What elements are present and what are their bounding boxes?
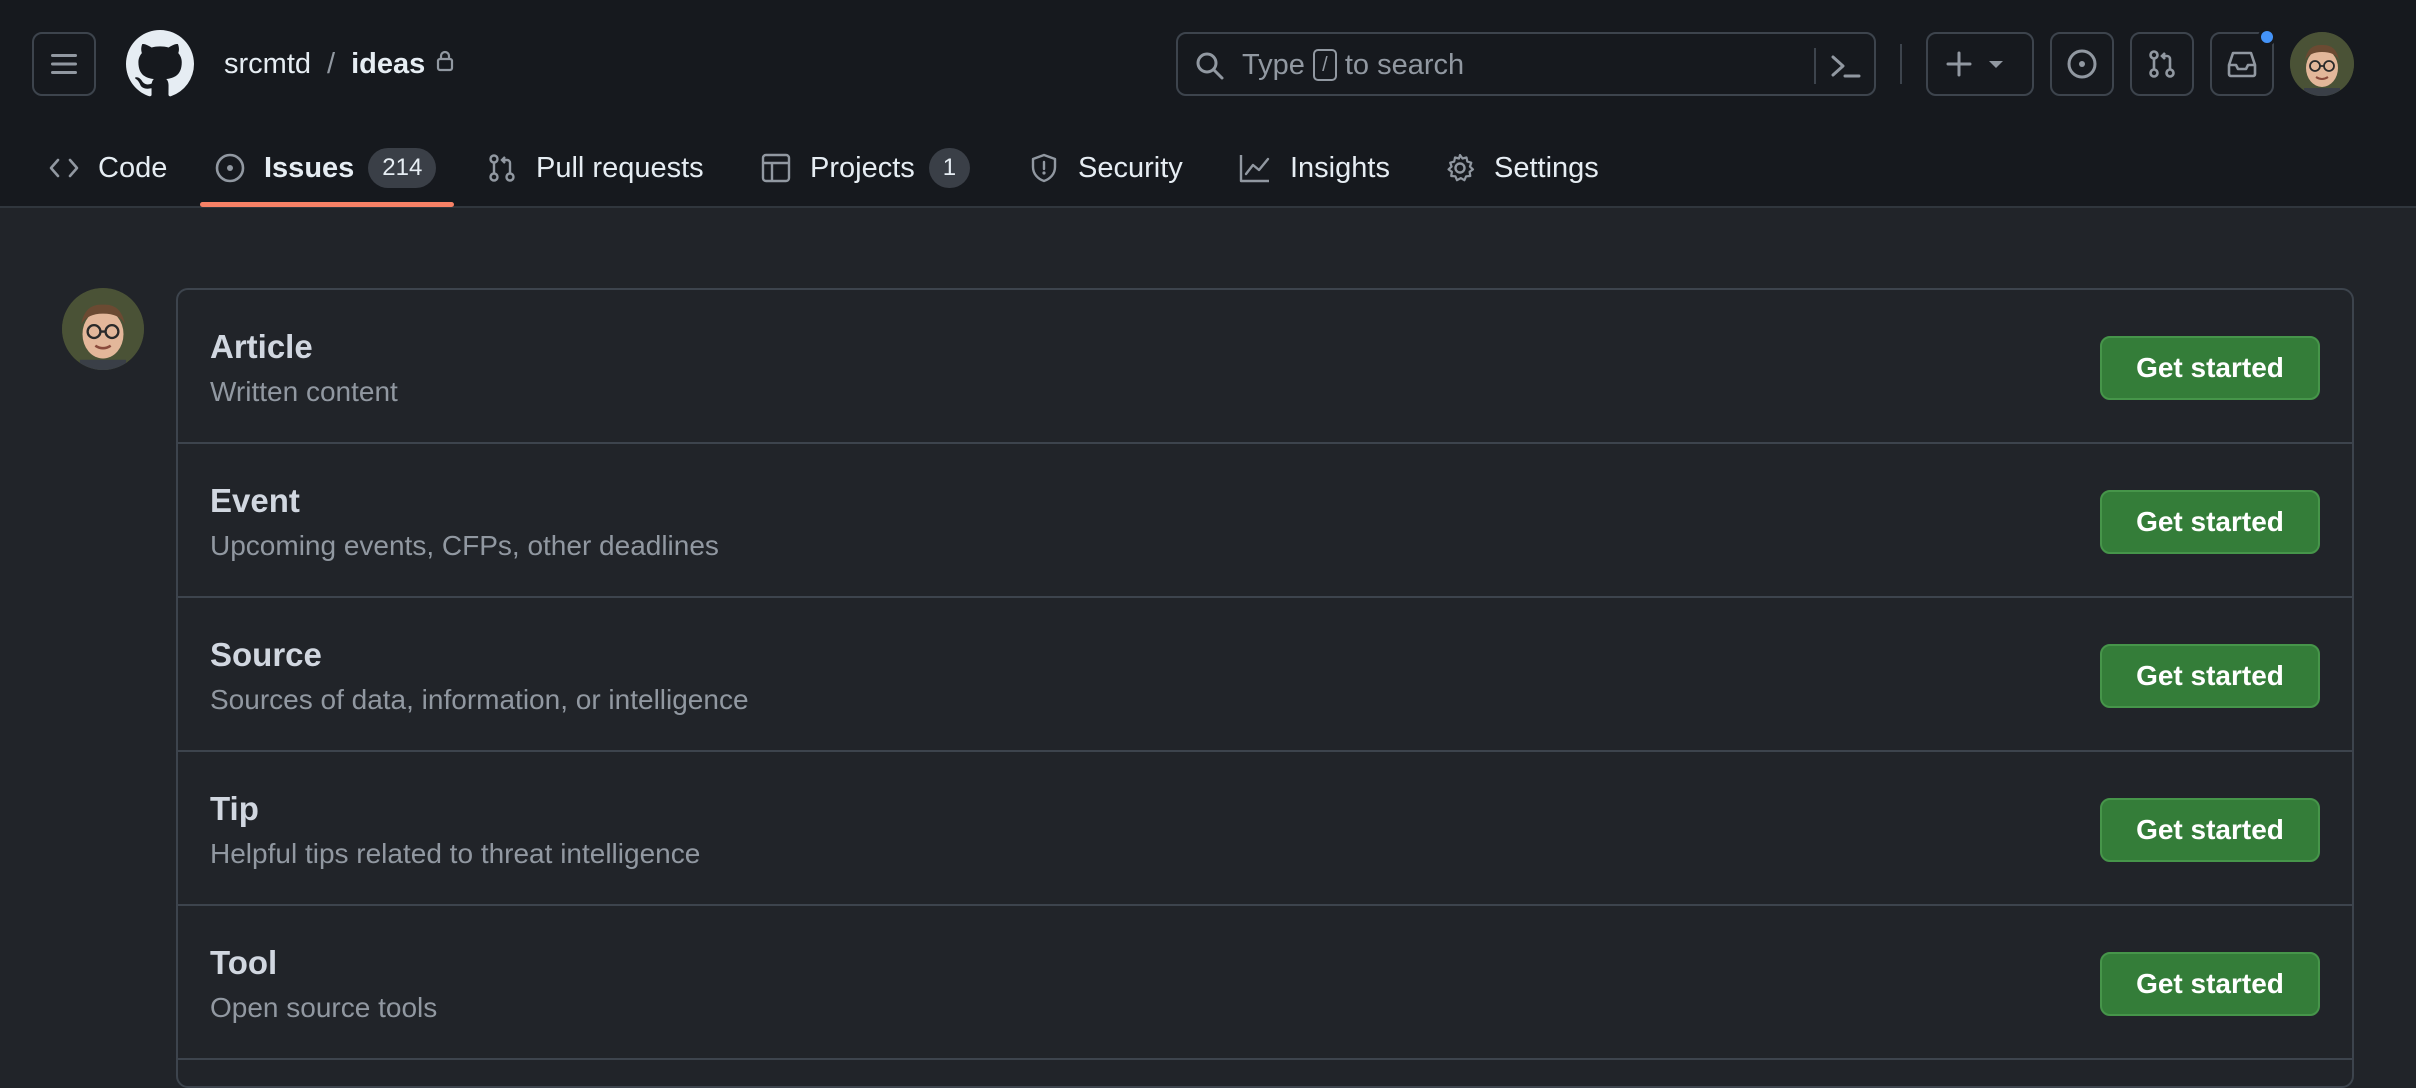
template-description: Sources of data, information, or intelli… [210, 684, 749, 715]
code-icon [49, 158, 79, 178]
template-title: Article [210, 328, 313, 365]
issue-template-list: Article Written content Get started Even… [176, 288, 2354, 1088]
user-avatar[interactable] [2290, 32, 2354, 96]
tab-issues-label: Issues [264, 151, 355, 184]
graph-icon [1239, 155, 1270, 183]
issues-count-badge: 214 [368, 148, 437, 188]
tab-security[interactable]: Security [1028, 128, 1183, 208]
template-title: Tool [210, 944, 278, 981]
template-title: Event [210, 482, 300, 519]
tab-insights-label: Insights [1290, 151, 1390, 184]
git-pull-request-icon [2149, 50, 2175, 78]
template-description: Helpful tips related to threat intellige… [210, 838, 701, 869]
get-started-button[interactable]: Get started [2100, 336, 2320, 400]
repo-nav-tabs: Code Issues 214 Pull requests Projects 1… [0, 128, 2416, 208]
shield-icon [1031, 153, 1057, 183]
issues-button[interactable] [2050, 32, 2114, 96]
get-started-button[interactable]: Get started [2100, 952, 2320, 1016]
search-placeholder-suffix: to search [1344, 48, 1465, 81]
template-title: Source [210, 636, 322, 673]
search-placeholder: Type / to search [1242, 48, 1465, 81]
tab-settings[interactable]: Settings [1444, 128, 1599, 208]
tab-pull-requests-label: Pull requests [536, 151, 704, 184]
active-tab-underline [200, 202, 454, 207]
plus-icon [1946, 51, 2003, 77]
tab-issues[interactable]: Issues 214 [214, 128, 437, 208]
breadcrumb-separator: / [327, 47, 336, 80]
avatar-portrait-icon [2290, 32, 2354, 96]
template-row-tool: Tool Open source tools Get started [178, 906, 2352, 1060]
issue-opened-icon [2067, 49, 2097, 79]
tab-projects-label: Projects [810, 151, 915, 184]
hamburger-menu-button[interactable] [32, 32, 96, 96]
top-bar: srcmtd / ideas Type / to search [0, 0, 2416, 128]
header-divider [1900, 44, 1902, 84]
create-new-button[interactable] [1926, 32, 2034, 96]
avatar-portrait-icon [62, 288, 144, 370]
repo-link[interactable]: ideas [351, 48, 425, 81]
owner-link[interactable]: srcmtd [224, 48, 311, 81]
table-icon [761, 153, 791, 183]
issue-opened-icon [215, 153, 245, 183]
search-icon [1196, 52, 1224, 80]
projects-count-badge: 1 [928, 148, 971, 188]
tab-code-label: Code [98, 151, 168, 184]
tab-code[interactable]: Code [48, 128, 167, 208]
tab-security-label: Security [1078, 151, 1183, 184]
template-description: Open source tools [210, 992, 438, 1023]
tab-projects[interactable]: Projects 1 [760, 128, 971, 208]
tab-settings-label: Settings [1494, 151, 1599, 184]
gear-icon [1447, 153, 1475, 182]
tab-insights[interactable]: Insights [1238, 128, 1390, 208]
template-row-event: Event Upcoming events, CFPs, other deadl… [178, 444, 2352, 598]
git-pull-request-icon [489, 154, 515, 182]
template-title: Tip [210, 790, 259, 827]
get-started-button[interactable]: Get started [2100, 644, 2320, 708]
template-description: Upcoming events, CFPs, other deadlines [210, 530, 719, 561]
author-avatar [62, 288, 144, 370]
search-placeholder-prefix: Type [1242, 48, 1305, 81]
breadcrumb: srcmtd / ideas [224, 44, 455, 84]
hamburger-icon [51, 54, 77, 74]
lock-icon [435, 48, 455, 81]
template-description: Written content [210, 376, 398, 407]
template-row-article: Article Written content Get started [178, 290, 2352, 444]
github-logo-icon[interactable] [126, 30, 194, 98]
get-started-button[interactable]: Get started [2100, 798, 2320, 862]
template-row-source: Source Sources of data, information, or … [178, 598, 2352, 752]
pull-requests-button[interactable] [2130, 32, 2194, 96]
search-input[interactable]: Type / to search [1176, 32, 1876, 96]
command-palette-icon[interactable] [1828, 48, 1864, 84]
notification-indicator [2258, 28, 2276, 46]
template-row-tip: Tip Helpful tips related to threat intel… [178, 752, 2352, 906]
inbox-icon [2227, 51, 2257, 78]
search-divider [1814, 48, 1816, 84]
search-shortcut-key: / [1312, 49, 1337, 81]
app-header: srcmtd / ideas Type / to search Code Iss… [0, 0, 2416, 208]
get-started-button[interactable]: Get started [2100, 490, 2320, 554]
tab-pull-requests[interactable]: Pull requests [486, 128, 704, 208]
